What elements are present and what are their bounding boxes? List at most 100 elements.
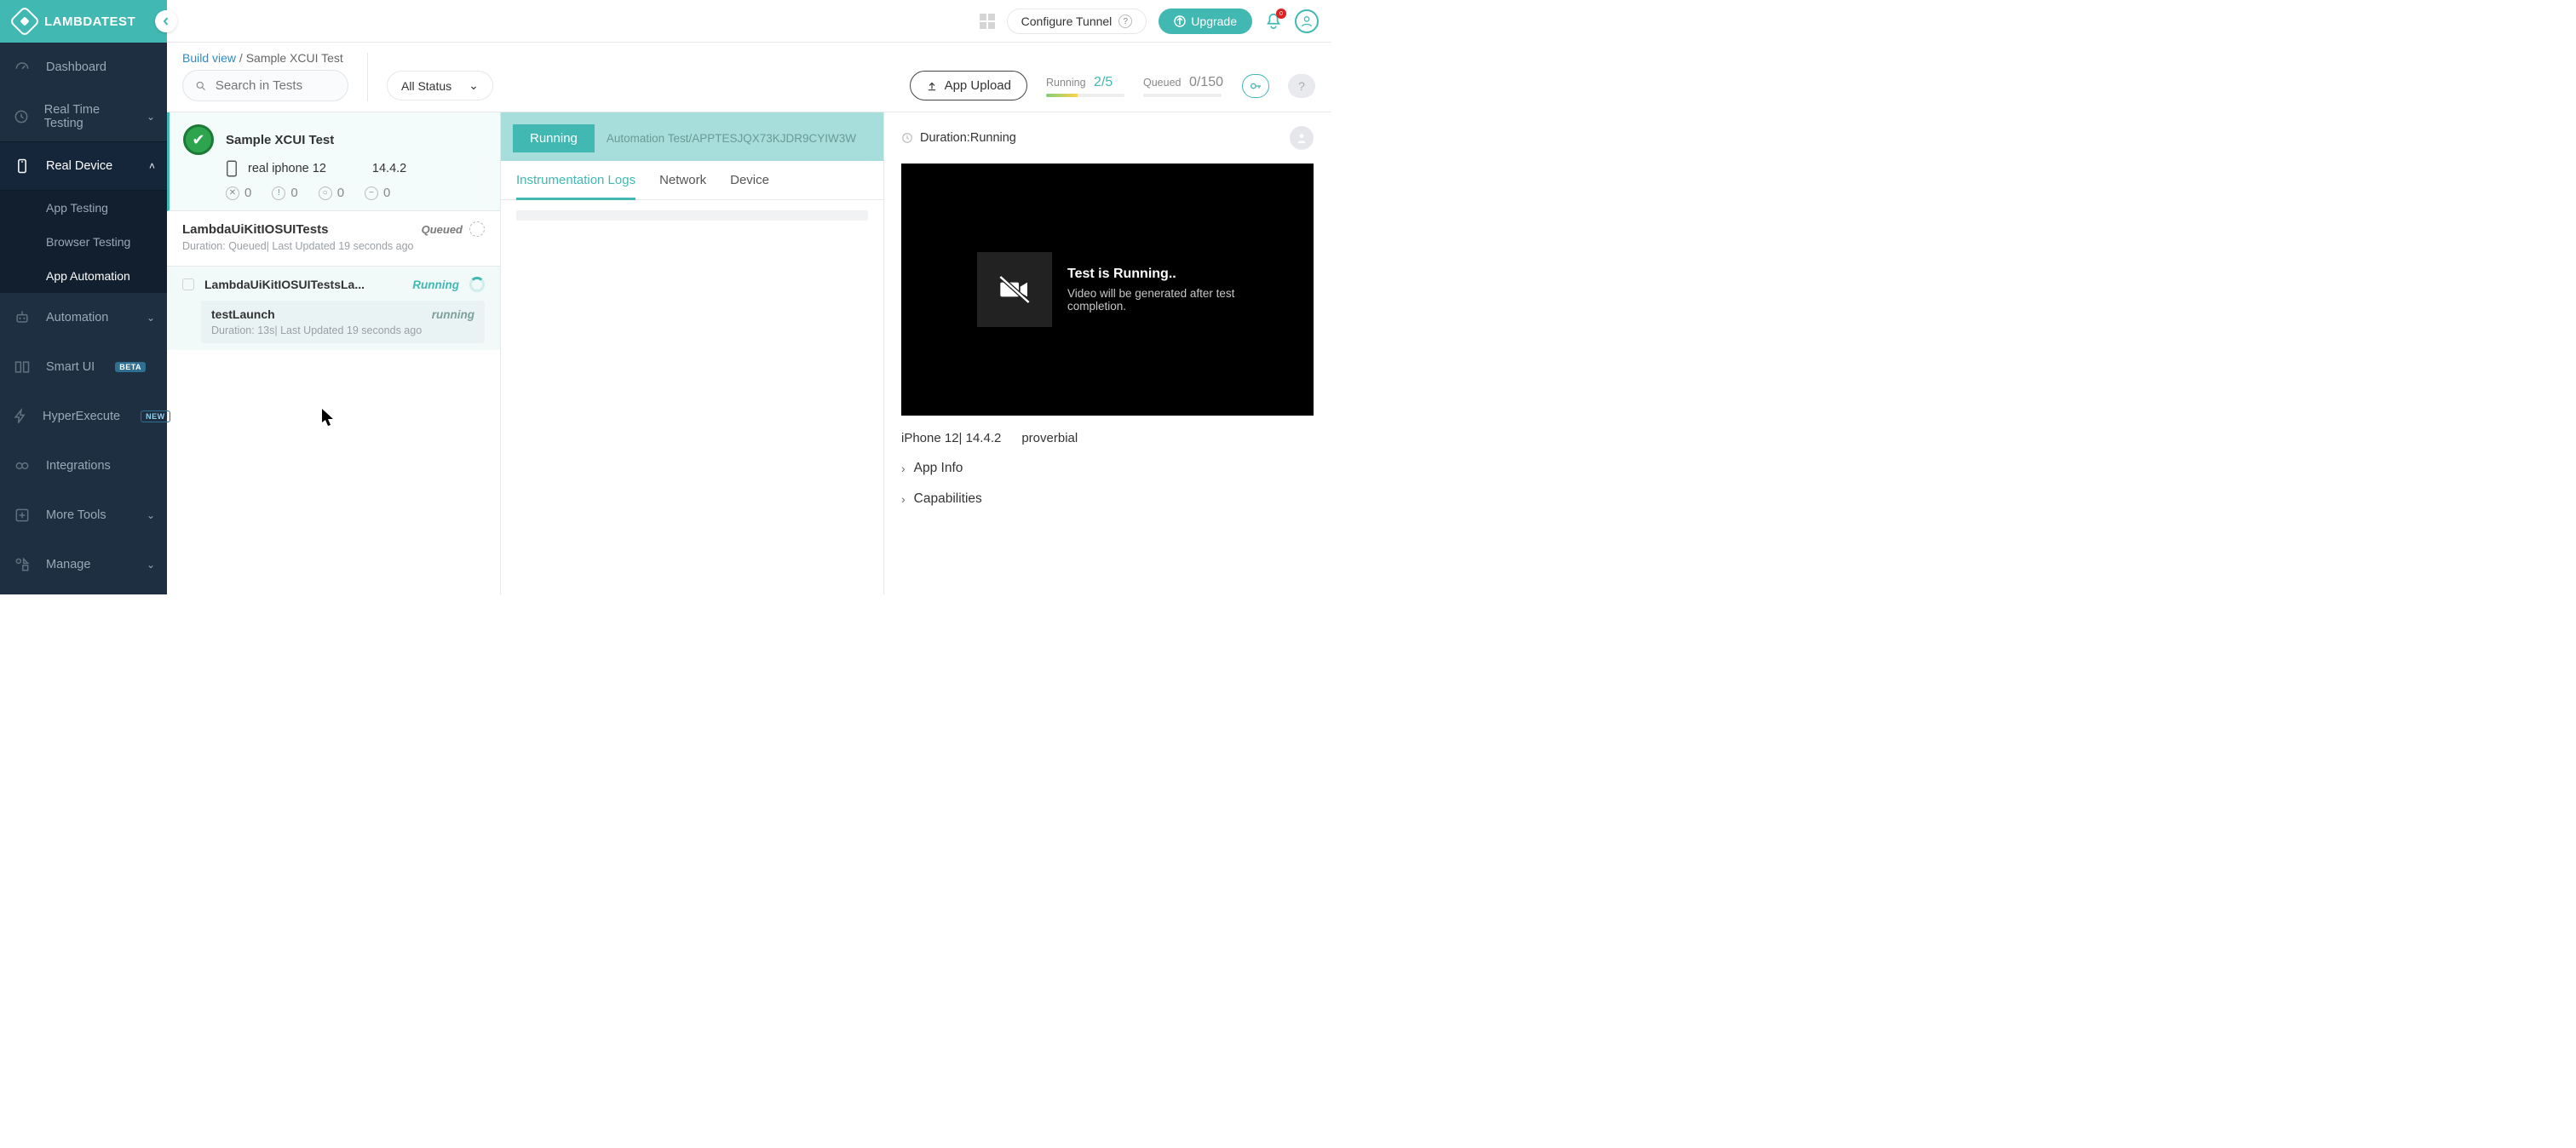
divider: [367, 53, 368, 101]
nav-label: Browser Testing: [46, 235, 130, 249]
breadcrumb: Build view / Sample XCUI Test: [167, 43, 1331, 70]
suite-title: LambdaUiKitIOSUITests: [182, 222, 328, 237]
toolbar-right: App Upload Running 2/5 Queued 0/150 ?: [910, 71, 1315, 100]
tab-network[interactable]: Network: [659, 173, 706, 199]
suite-meta: Duration: Queued| Last Updated 19 second…: [182, 240, 485, 252]
new-badge: NEW: [141, 410, 170, 422]
nav-integrations[interactable]: Integrations: [0, 441, 167, 491]
nav-app-testing[interactable]: App Testing: [0, 191, 167, 225]
count-skipped: ○0: [319, 186, 344, 200]
build-os: 14.4.2: [372, 162, 406, 175]
running-quota-label: Running: [1046, 77, 1086, 89]
chevron-down-icon: ⌄: [147, 111, 155, 123]
video-body: Video will be generated after test compl…: [1067, 287, 1238, 313]
duration-value: Running: [970, 131, 1016, 145]
nav-smart-ui[interactable]: Smart UI BETA: [0, 342, 167, 392]
expander-app-info[interactable]: › App Info: [901, 461, 1314, 476]
bolt-icon: [12, 408, 29, 425]
tab-device[interactable]: Device: [730, 173, 769, 199]
chevron-down-icon: ⌄: [469, 78, 479, 93]
nav-hyperexecute[interactable]: HyperExecute NEW: [0, 392, 167, 441]
nav-app-automation[interactable]: App Automation: [0, 259, 167, 293]
device-summary: iPhone 12| 14.4.2: [901, 431, 1001, 445]
nav-dashboard[interactable]: Dashboard: [0, 43, 167, 92]
upgrade-button[interactable]: Upgrade: [1159, 9, 1252, 34]
suite-item[interactable]: LambdaUiKitIOSUITests Queued Duration: Q…: [167, 211, 500, 259]
checkbox[interactable]: [182, 278, 194, 290]
status-filter[interactable]: All Status ⌄: [387, 71, 493, 100]
count-failed: ✕0: [226, 186, 251, 200]
nav-label: App Automation: [46, 269, 130, 283]
brand-name: LAMBDATEST: [44, 14, 135, 29]
queued-quota-label: Queued: [1143, 77, 1181, 89]
nav-label: Real Device: [46, 159, 112, 173]
subtest-item[interactable]: testLaunch running Duration: 13s| Last U…: [201, 301, 485, 343]
content-columns: ✔ Sample XCUI Test real iphone 12 14.4.2…: [167, 112, 1331, 594]
clock-icon: [12, 108, 31, 125]
nav-label: Real Time Testing: [44, 103, 133, 130]
duration-label: Duration:: [920, 131, 970, 145]
plug-icon: [12, 457, 32, 474]
nav-browser-testing[interactable]: Browser Testing: [0, 225, 167, 259]
spinner-icon: [469, 277, 485, 292]
search-icon: [195, 79, 207, 93]
nav-manage[interactable]: Manage ⌄: [0, 540, 167, 589]
suite-status: Queued: [422, 223, 463, 236]
brand-logo[interactable]: LAMBDATEST: [0, 0, 167, 43]
log-panel: Running Automation Test/APPTESJQX73KJDR9…: [501, 112, 884, 594]
apps-grid-icon[interactable]: [980, 14, 995, 29]
app-upload-label: App Upload: [945, 78, 1011, 93]
detail-panel: Duration: Running Test is Running.. Vid: [884, 112, 1331, 594]
tab-instrumentation-logs[interactable]: Instrumentation Logs: [516, 173, 635, 200]
log-placeholder: [516, 210, 868, 221]
search-input[interactable]: [214, 77, 336, 94]
nav-real-device[interactable]: Real Device ˄: [0, 141, 167, 191]
video-preview: Test is Running.. Video will be generate…: [901, 164, 1314, 416]
count-error: !0: [272, 186, 297, 200]
build-title: Sample XCUI Test: [226, 133, 334, 147]
notification-count: 0: [1276, 9, 1286, 19]
gauge-icon: [12, 59, 32, 76]
running-quota: Running 2/5: [1046, 75, 1124, 97]
nav-label: Manage: [46, 558, 90, 571]
build-card[interactable]: ✔ Sample XCUI Test real iphone 12 14.4.2…: [167, 112, 500, 211]
shapes-icon: [12, 556, 32, 573]
upload-icon: [926, 80, 938, 92]
key-icon: [1249, 79, 1262, 93]
breadcrumb-root[interactable]: Build view: [182, 51, 236, 65]
status-success-icon: ✔: [183, 124, 214, 155]
nav-real-time-testing[interactable]: Real Time Testing ⌄: [0, 92, 167, 141]
device-info: iPhone 12| 14.4.2 proverbial: [901, 431, 1314, 445]
reporter-avatar[interactable]: [1290, 126, 1314, 150]
device-icon: [12, 158, 32, 175]
access-key-button[interactable]: [1242, 74, 1269, 98]
configure-tunnel-button[interactable]: Configure Tunnel ?: [1007, 9, 1147, 34]
running-quota-value: 2/5: [1094, 75, 1113, 89]
nav-real-device-submenu: App Testing Browser Testing App Automati…: [0, 191, 167, 293]
user-avatar[interactable]: [1295, 9, 1319, 33]
chevron-down-icon: ⌄: [147, 509, 155, 521]
clock-icon: [901, 132, 913, 144]
help-button[interactable]: ?: [1288, 74, 1315, 98]
notifications-button[interactable]: 0: [1264, 12, 1283, 31]
upgrade-icon: [1174, 15, 1186, 27]
subtest-status: running: [432, 308, 474, 321]
chevron-down-icon: ⌄: [147, 559, 155, 571]
banner-path: Automation Test/APPTESJQX73KJDR9CYIW3W: [607, 132, 856, 145]
beta-badge: BETA: [115, 362, 146, 372]
collapse-sidebar-button[interactable]: [155, 10, 177, 32]
nav-label: Smart UI: [46, 360, 95, 374]
test-list-panel: ✔ Sample XCUI Test real iphone 12 14.4.2…: [167, 112, 501, 594]
expander-capabilities[interactable]: › Capabilities: [901, 491, 1314, 507]
subtest-meta: Duration: 13s| Last Updated 19 seconds a…: [211, 324, 474, 336]
app-upload-button[interactable]: App Upload: [910, 71, 1027, 100]
nav-label: Integrations: [46, 459, 111, 473]
search-tests[interactable]: [182, 70, 348, 101]
chevron-right-icon: ›: [901, 462, 906, 475]
test-case-item[interactable]: LambdaUiKitIOSUITestsLa... Running testL…: [167, 266, 500, 350]
build-device: real iphone 12: [248, 162, 326, 175]
nav-automation[interactable]: Automation ⌄: [0, 293, 167, 342]
user-icon: [1300, 14, 1314, 28]
main-content: Build view / Sample XCUI Test All Status…: [167, 43, 1331, 594]
nav-more-tools[interactable]: More Tools ⌄: [0, 491, 167, 540]
